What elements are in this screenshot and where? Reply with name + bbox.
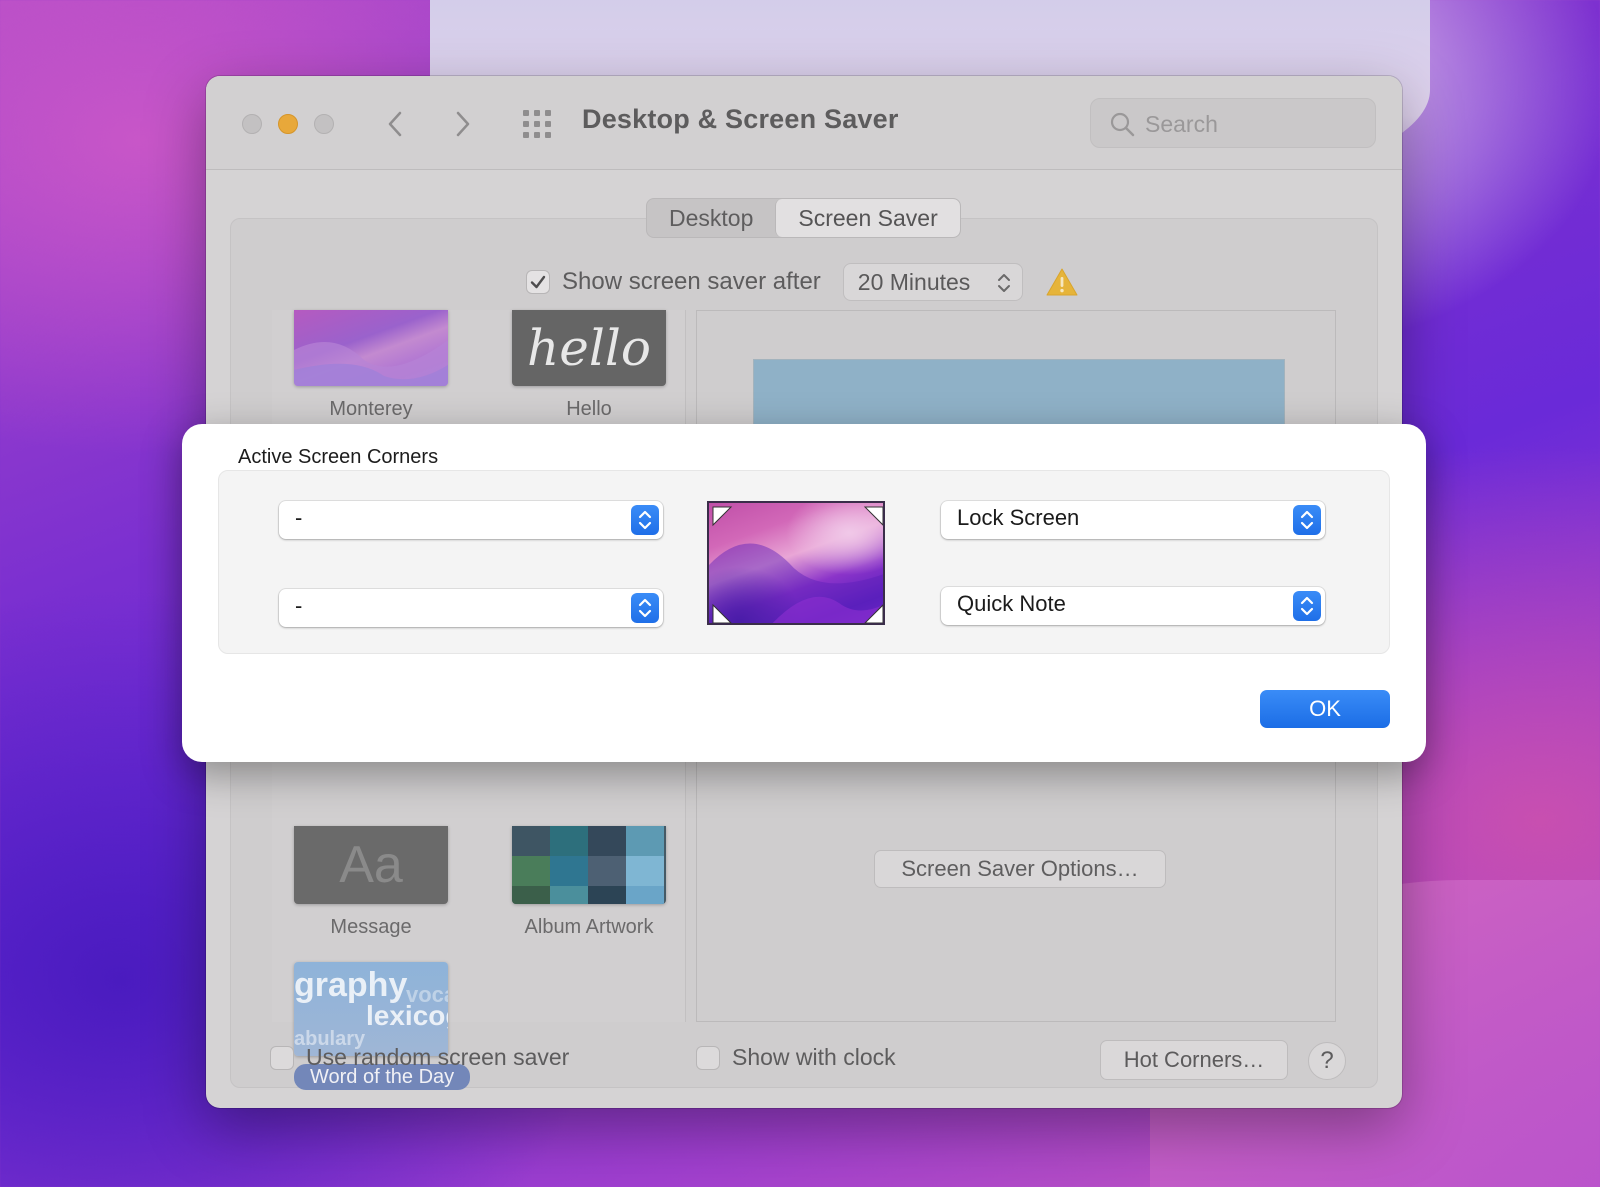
popup-stepper bbox=[631, 505, 659, 535]
hot-corners-button[interactable]: Hot Corners… bbox=[1100, 1040, 1288, 1080]
show-with-clock-label: Show with clock bbox=[732, 1044, 896, 1070]
minimize-window-button[interactable] bbox=[278, 114, 298, 134]
popup-stepper bbox=[1293, 591, 1321, 621]
idle-time-select[interactable]: 20 Minutes bbox=[842, 263, 1023, 301]
up-down-chevron-icon bbox=[638, 598, 652, 618]
search-icon bbox=[1110, 112, 1135, 137]
show-screen-saver-checkbox[interactable] bbox=[526, 270, 550, 294]
active-screen-corners-sheet: Active Screen Corners - - Lock Screen Qu… bbox=[182, 424, 1426, 762]
show-screen-saver-label: Show screen saver after bbox=[562, 268, 821, 295]
thumbnail-caption: Hello bbox=[566, 398, 612, 420]
show-all-button[interactable] bbox=[520, 107, 554, 141]
idle-time-value: 20 Minutes bbox=[857, 268, 971, 295]
show-with-clock-checkbox[interactable] bbox=[696, 1045, 720, 1070]
checkmark-icon bbox=[530, 275, 546, 289]
screen-saver-monterey[interactable]: Monterey bbox=[294, 310, 448, 421]
screen-saver-options-button[interactable]: Screen Saver Options… bbox=[874, 850, 1166, 888]
up-down-chevron-icon bbox=[997, 274, 1010, 292]
corner-markers bbox=[709, 506, 883, 623]
bottom-left-corner-value: - bbox=[295, 593, 303, 618]
show-screen-saver-row: Show screen saver after 20 Minutes bbox=[526, 262, 1079, 302]
message-art-text: Aa bbox=[339, 836, 403, 894]
tab-screen-saver[interactable]: Screen Saver bbox=[775, 199, 960, 237]
popup-stepper bbox=[631, 593, 659, 623]
message-thumbnail: Aa bbox=[294, 826, 448, 904]
bottom-right-corner-select[interactable]: Quick Note bbox=[941, 587, 1325, 625]
bottom-left-corner-select[interactable]: - bbox=[279, 589, 663, 627]
up-down-chevron-icon bbox=[638, 510, 652, 530]
search-field[interactable] bbox=[1090, 98, 1376, 148]
bottom-right-corner-value: Quick Note bbox=[957, 591, 1066, 616]
random-screen-saver-checkbox[interactable] bbox=[270, 1045, 294, 1070]
monterey-thumbnail bbox=[294, 310, 448, 386]
thumbnail-caption: Monterey bbox=[329, 398, 413, 420]
sheet-title: Active Screen Corners bbox=[238, 446, 439, 468]
top-left-corner-select[interactable]: - bbox=[279, 501, 663, 539]
warning-triangle-icon[interactable] bbox=[1045, 267, 1079, 297]
chevron-left-icon bbox=[388, 111, 402, 137]
mountain-art bbox=[294, 340, 448, 386]
thumbnail-caption: Album Artwork bbox=[524, 916, 654, 938]
back-button[interactable] bbox=[378, 106, 414, 142]
random-screen-saver-label: Use random screen saver bbox=[306, 1044, 570, 1070]
forward-button[interactable] bbox=[444, 106, 480, 142]
window-title: Desktop & Screen Saver bbox=[582, 104, 899, 134]
corners-preview-image bbox=[707, 501, 885, 625]
up-down-chevron-icon bbox=[1300, 510, 1314, 530]
screen-saver-message[interactable]: Aa Message bbox=[294, 826, 448, 939]
close-window-button[interactable] bbox=[242, 114, 262, 134]
album-artwork-thumbnail bbox=[512, 826, 666, 904]
tab-control: Desktop Screen Saver bbox=[646, 198, 961, 238]
top-left-corner-value: - bbox=[295, 505, 303, 530]
word-of-the-day-thumbnail: graphy voca lexicog abulary bbox=[294, 962, 448, 1056]
up-down-chevron-icon bbox=[1300, 596, 1314, 616]
help-button[interactable]: ? bbox=[1308, 1042, 1346, 1080]
ok-button[interactable]: OK bbox=[1260, 690, 1390, 728]
title-bar: Desktop & Screen Saver bbox=[206, 76, 1402, 170]
hello-thumbnail: hello bbox=[512, 310, 666, 386]
top-right-corner-select[interactable]: Lock Screen bbox=[941, 501, 1325, 539]
corners-group-box: - - Lock Screen Quick Note bbox=[218, 470, 1390, 654]
screen-saver-hello[interactable]: hello Hello bbox=[512, 310, 666, 421]
zoom-window-button[interactable] bbox=[314, 114, 334, 134]
show-with-clock-row: Show with clock bbox=[696, 1044, 896, 1071]
grid-icon bbox=[523, 110, 551, 138]
art-word: lexicog bbox=[366, 1000, 448, 1031]
screen-saver-album-artwork[interactable]: Album Artwork bbox=[512, 826, 666, 939]
search-input[interactable] bbox=[1145, 107, 1365, 141]
hello-art-text: hello bbox=[527, 319, 651, 377]
tab-desktop[interactable]: Desktop bbox=[647, 199, 775, 237]
top-right-corner-value: Lock Screen bbox=[957, 505, 1080, 530]
random-screen-saver-row: Use random screen saver bbox=[270, 1044, 569, 1071]
chevron-right-icon bbox=[456, 111, 470, 137]
thumbnail-caption: Message bbox=[330, 916, 412, 938]
popup-stepper bbox=[1293, 505, 1321, 535]
